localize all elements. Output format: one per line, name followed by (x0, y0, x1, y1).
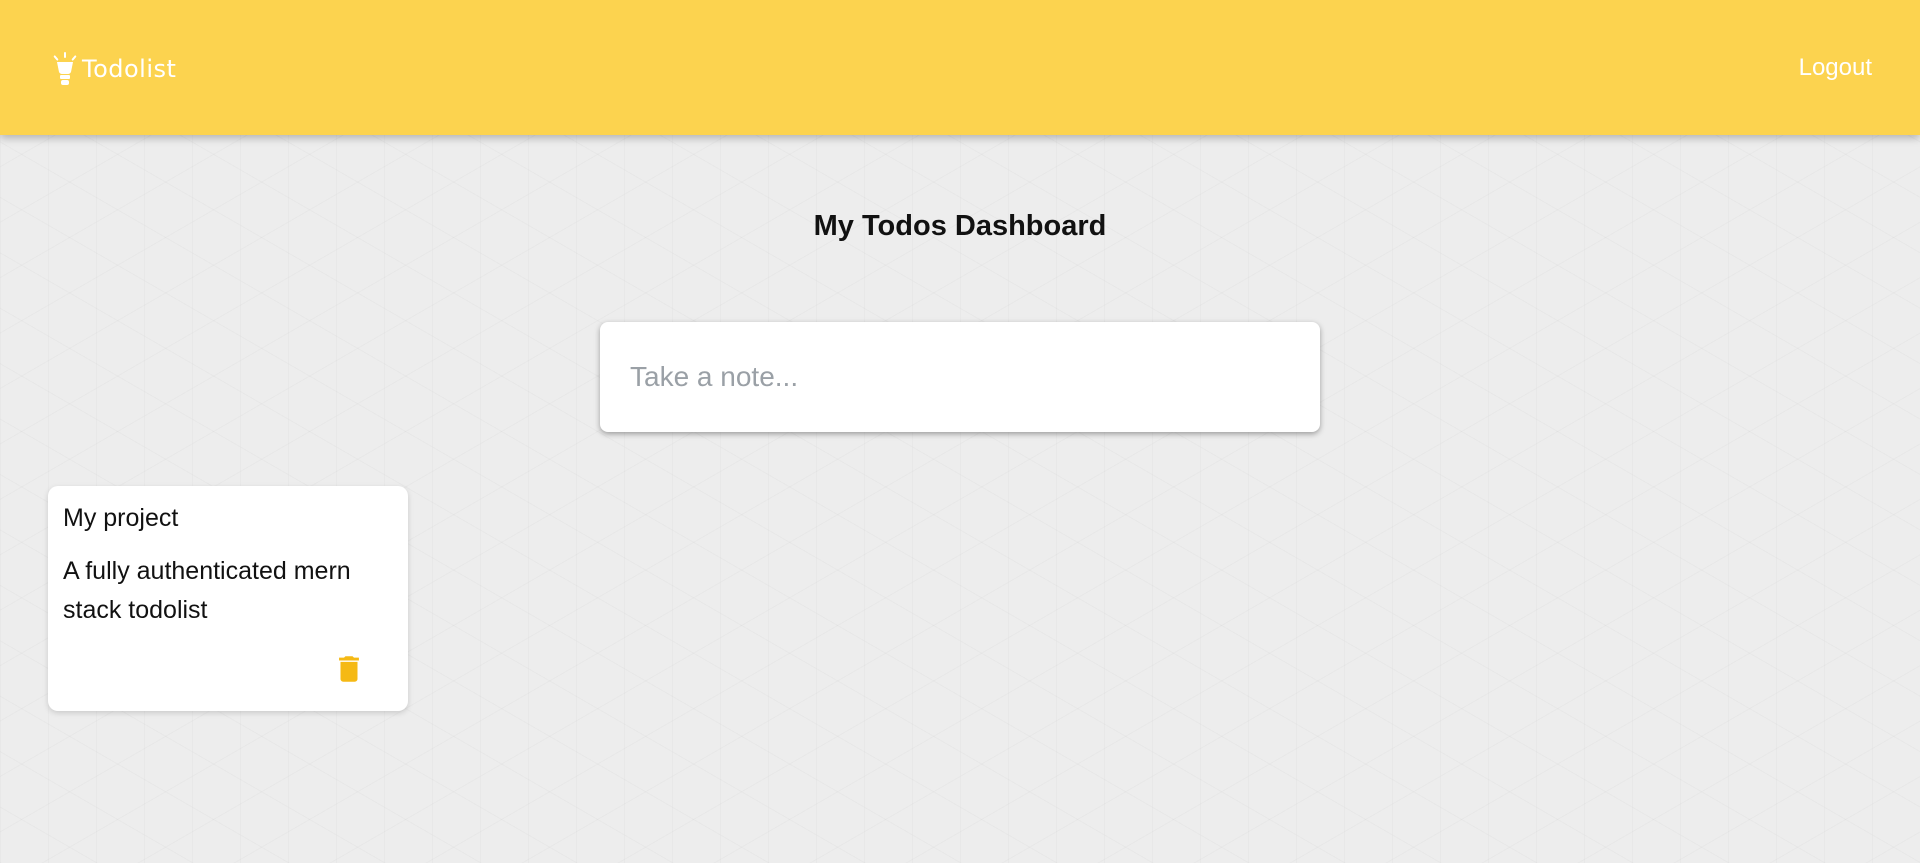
note-card: My project A fully authenticated mern st… (48, 486, 408, 711)
logout-link[interactable]: Logout (1799, 54, 1872, 82)
page-title: My Todos Dashboard (813, 210, 1107, 242)
delete-note-button[interactable] (332, 652, 366, 686)
note-input[interactable] (628, 354, 1292, 400)
lightbulb-icon (53, 52, 77, 85)
note-content: A fully authenticated mern stack todolis… (63, 557, 351, 624)
create-note-card (600, 322, 1320, 432)
app-header: Todolist Logout (0, 0, 1920, 135)
brand-name: Todolist (82, 55, 177, 83)
note-title: My project (63, 504, 179, 532)
brand[interactable]: Todolist (52, 52, 176, 86)
trash-icon (339, 656, 359, 682)
